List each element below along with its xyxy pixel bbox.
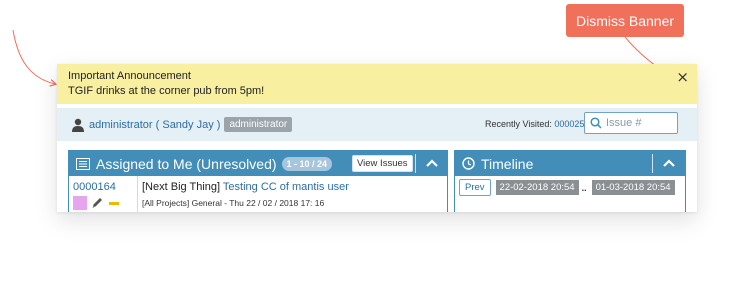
assigned-widget-title: Assigned to Me (Unresolved) [96, 155, 277, 172]
pencil-icon[interactable] [91, 196, 104, 209]
role-badge: administrator [224, 117, 293, 132]
user-navbar: administrator ( Sandy Jay ) administrato… [57, 108, 697, 141]
issue-id-link[interactable]: 0000164 [73, 181, 116, 193]
chevron-up-icon[interactable] [425, 157, 439, 169]
issue-summary: [Next Big Thing] Testing CC of mantis us… [142, 181, 349, 193]
issue-project-prefix: [Next Big Thing] [142, 181, 221, 193]
user-icon [72, 118, 84, 132]
chevron-up-icon[interactable] [662, 157, 676, 169]
recently-visited: Recently Visited: 0000257 [485, 119, 589, 129]
timeline-nav: Prev 22-02-2018 20:54 .. 01-03-2018 20:5… [459, 179, 675, 196]
issue-count-badge: 1 - 10 / 24 [281, 156, 333, 171]
issue-title-link[interactable]: Testing CC of mantis user [223, 181, 349, 193]
issue-search-box[interactable] [584, 112, 678, 134]
end-date-badge: 01-03-2018 20:54 [591, 180, 675, 195]
priority-normal-icon [109, 202, 119, 205]
clock-icon [462, 157, 475, 170]
dismiss-banner-callout-label: Dismiss Banner [575, 12, 675, 29]
assigned-to-me-widget: Assigned to Me (Unresolved) 1 - 10 / 24 … [68, 150, 448, 212]
start-date-badge: 22-02-2018 20:54 [495, 180, 579, 195]
status-color-box [73, 196, 87, 210]
issue-meta: [All Projects] General - Thu 22 / 02 / 2… [142, 198, 325, 208]
timeline-widget: Timeline Prev 22-02-2018 20:54 .. 01-03-… [454, 150, 686, 212]
recently-visited-label: Recently Visited: [485, 119, 552, 129]
dismiss-banner-callout: Dismiss Banner [566, 4, 684, 37]
announcement-message: TGIF drinks at the corner pub from 5pm! [68, 85, 265, 97]
announcement-banner: Important Announcement TGIF drinks at th… [57, 64, 697, 104]
view-issues-button[interactable]: View Issues [352, 155, 413, 172]
column-divider [137, 176, 138, 212]
search-icon [590, 117, 602, 129]
prev-button[interactable]: Prev [459, 179, 491, 196]
timeline-widget-header: Timeline [455, 151, 685, 176]
header-divider [415, 154, 416, 173]
assigned-widget-header: Assigned to Me (Unresolved) 1 - 10 / 24 … [69, 151, 447, 176]
header-divider [652, 154, 653, 173]
timeline-widget-title: Timeline [481, 155, 534, 172]
date-range-separator: .. [581, 182, 587, 193]
mantis-dashboard-panel: Important Announcement TGIF drinks at th… [57, 64, 697, 212]
announcement-title: Important Announcement [68, 70, 191, 82]
close-icon[interactable]: × [676, 70, 689, 85]
issue-search-input[interactable] [606, 117, 676, 129]
user-profile-link[interactable]: administrator ( Sandy Jay ) [89, 119, 220, 131]
list-icon [76, 157, 90, 170]
